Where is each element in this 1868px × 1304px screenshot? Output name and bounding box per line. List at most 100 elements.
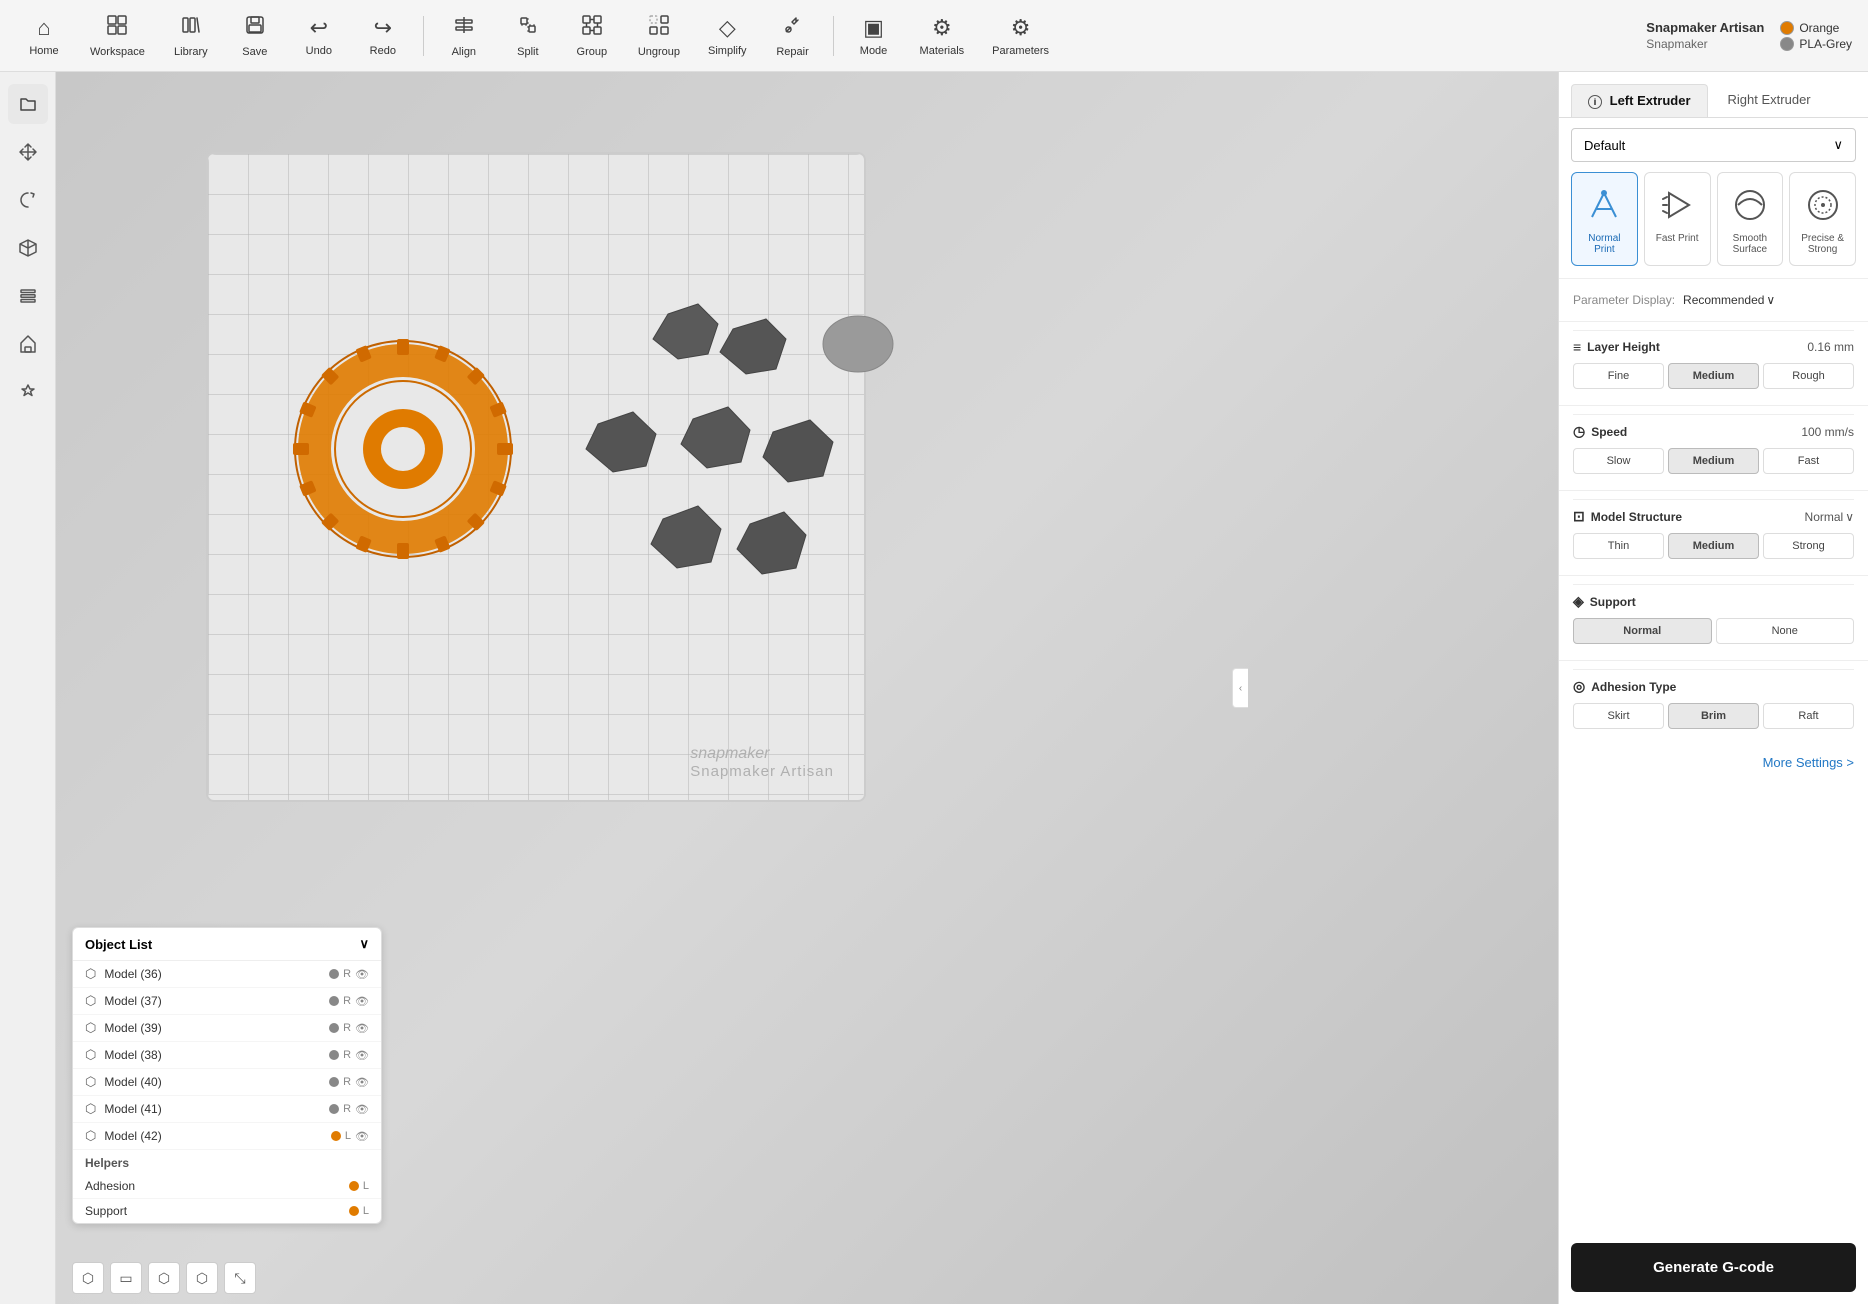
right-panel: i Left Extruder Right Extruder Default ∨ [1558, 72, 1868, 1304]
toolbar-split[interactable]: Split [500, 8, 556, 64]
spacer [1559, 780, 1868, 1243]
mode-precise-strong[interactable]: Precise & Strong [1789, 172, 1856, 266]
visibility-icon[interactable]: 👁 [355, 1022, 369, 1035]
layer-height-rough[interactable]: Rough [1763, 363, 1854, 389]
bottom-tool-box[interactable]: ▭ [110, 1262, 142, 1294]
object-group-ring[interactable] [288, 334, 518, 569]
tab-left-extruder[interactable]: i Left Extruder [1571, 84, 1708, 117]
sidebar-item-transform[interactable] [8, 180, 48, 220]
toolbar-library[interactable]: Library [163, 8, 219, 64]
sidebar-item-house[interactable] [8, 324, 48, 364]
layer-height-fine[interactable]: Fine [1573, 363, 1664, 389]
profile-dropdown[interactable]: Default ∨ [1571, 128, 1856, 162]
visibility-icon[interactable]: 👁 [355, 1103, 369, 1116]
helper-adhesion-item[interactable]: Adhesion L [73, 1174, 381, 1199]
undo-icon: ↩ [310, 15, 328, 41]
structure-value-text: Normal [1805, 510, 1844, 524]
toolbar-parameters[interactable]: ⚙ Parameters [982, 9, 1059, 63]
toolbar-home[interactable]: ⌂ Home [16, 9, 72, 63]
toolbar-materials[interactable]: ⚙ Materials [910, 9, 975, 63]
sidebar-item-cube[interactable] [8, 228, 48, 268]
model-name: Model (42) [104, 1129, 323, 1143]
visibility-icon[interactable]: 👁 [355, 1049, 369, 1062]
bottom-tool-cube[interactable]: ⬡ [72, 1262, 104, 1294]
structure-thin[interactable]: Thin [1573, 533, 1664, 559]
list-item[interactable]: ⬡ Model (36) R 👁 [73, 961, 381, 988]
support-icon: ◈ [1573, 593, 1584, 610]
model-name: Model (38) [104, 1048, 321, 1062]
fast-print-icon [1655, 183, 1699, 227]
visibility-icon[interactable]: 👁 [355, 1130, 369, 1143]
support-normal[interactable]: Normal [1573, 618, 1712, 644]
toolbar-mode[interactable]: ▣ Mode [846, 9, 902, 63]
generate-gcode-label: Generate G-code [1653, 1259, 1774, 1276]
list-item[interactable]: ⬡ Model (38) R 👁 [73, 1042, 381, 1069]
adhesion-brim[interactable]: Brim [1668, 703, 1759, 729]
adhesion-raft[interactable]: Raft [1763, 703, 1854, 729]
collapse-icon[interactable]: ∨ [359, 936, 369, 952]
save-icon [244, 14, 266, 42]
toolbar-group[interactable]: Group [564, 8, 620, 64]
right-extruder-label: Right Extruder [1728, 92, 1811, 107]
list-item[interactable]: ⬡ Model (37) R 👁 [73, 988, 381, 1015]
sidebar-item-paint[interactable] [8, 372, 48, 412]
layer-height-medium[interactable]: Medium [1668, 363, 1759, 389]
model-swatch [329, 996, 339, 1006]
speed-medium[interactable]: Medium [1668, 448, 1759, 474]
extruder-tabs: i Left Extruder Right Extruder [1559, 72, 1868, 118]
mode-smooth-surface[interactable]: Smooth Surface [1717, 172, 1784, 266]
more-settings-link[interactable]: More Settings > [1559, 745, 1868, 780]
toolbar-divider-2 [833, 16, 834, 56]
toolbar-workspace[interactable]: Workspace [80, 8, 155, 64]
visibility-icon[interactable]: 👁 [355, 1076, 369, 1089]
speed-slow[interactable]: Slow [1573, 448, 1664, 474]
list-item[interactable]: ⬡ Model (39) R 👁 [73, 1015, 381, 1042]
visibility-icon[interactable]: 👁 [355, 995, 369, 1008]
sidebar-item-move[interactable] [8, 132, 48, 172]
adhesion-skirt[interactable]: Skirt [1573, 703, 1664, 729]
fast-print-label: Fast Print [1656, 233, 1699, 244]
generate-gcode-button[interactable]: Generate G-code [1571, 1243, 1856, 1292]
bottom-tool-shape[interactable]: ⬡ [186, 1262, 218, 1294]
model-swatch [329, 1050, 339, 1060]
sidebar-item-folder[interactable] [8, 84, 48, 124]
list-item[interactable]: ⬡ Model (40) R 👁 [73, 1069, 381, 1096]
dropdown-chevron-icon: ∨ [1833, 137, 1843, 153]
model-name: Model (40) [104, 1075, 321, 1089]
main-content: snapmaker Snapmaker Artisan Object List … [0, 72, 1868, 1304]
toolbar-simplify[interactable]: ◇ Simplify [698, 9, 757, 63]
helper-swatch [349, 1206, 359, 1216]
model-structure-value[interactable]: Normal ∨ [1805, 510, 1854, 524]
model-swatch [329, 969, 339, 979]
toolbar-ungroup[interactable]: Ungroup [628, 8, 690, 64]
list-item[interactable]: ⬡ Model (41) R 👁 [73, 1096, 381, 1123]
bottom-tool-expand[interactable]: ⤡ [224, 1262, 256, 1294]
speed-fast[interactable]: Fast [1763, 448, 1854, 474]
toolbar-repair[interactable]: Repair [765, 8, 821, 64]
toolbar-undo[interactable]: ↩ Undo [291, 9, 347, 63]
helper-actions: L [349, 1180, 369, 1192]
bottom-tool-hex[interactable]: ⬡ [148, 1262, 180, 1294]
panel-collapse-handle[interactable]: ‹ [1232, 668, 1248, 708]
tab-right-extruder[interactable]: Right Extruder [1712, 84, 1827, 117]
speed-section: ◷ Speed 100 mm/s Slow Medium Fast [1559, 405, 1868, 490]
mode-fast-print[interactable]: Fast Print [1644, 172, 1711, 266]
list-item[interactable]: ⬡ Model (42) L 👁 [73, 1123, 381, 1150]
structure-medium[interactable]: Medium [1668, 533, 1759, 559]
param-display-value[interactable]: Recommended ∨ [1683, 293, 1775, 307]
right-material-swatch [1780, 37, 1794, 51]
toolbar-save[interactable]: Save [227, 8, 283, 64]
toolbar-redo[interactable]: ↪ Redo [355, 9, 411, 63]
mode-normal-print[interactable]: Normal Print [1571, 172, 1638, 266]
sidebar-item-layers[interactable] [8, 276, 48, 316]
helper-support-item[interactable]: Support L [73, 1199, 381, 1223]
viewport[interactable]: snapmaker Snapmaker Artisan Object List … [56, 72, 1558, 1304]
visibility-icon[interactable]: 👁 [355, 968, 369, 981]
object-list-header: Object List ∨ [73, 928, 381, 961]
helper-adhesion-name: Adhesion [85, 1179, 341, 1193]
toolbar-home-label: Home [29, 45, 58, 57]
support-none[interactable]: None [1716, 618, 1855, 644]
toolbar-align[interactable]: Align [436, 8, 492, 64]
structure-strong[interactable]: Strong [1763, 533, 1854, 559]
model-ext: R [343, 1049, 351, 1061]
